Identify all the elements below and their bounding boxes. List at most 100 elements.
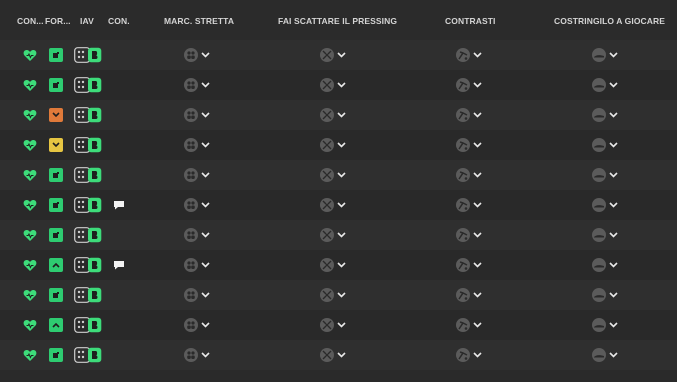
trigger-press-dropdown[interactable] — [320, 190, 346, 220]
tackling-dropdown[interactable] — [456, 250, 482, 280]
iav-icon[interactable] — [74, 160, 102, 190]
close-marking-dropdown[interactable] — [184, 250, 210, 280]
iav-icon[interactable] — [74, 340, 102, 370]
chevron-down-icon — [337, 202, 346, 208]
form-square-dot-icon — [49, 198, 63, 212]
col-header-conversation[interactable]: CON. — [108, 16, 130, 26]
chevron-down-icon — [337, 52, 346, 58]
tackling-dropdown[interactable] — [456, 220, 482, 250]
tackling-dropdown[interactable] — [456, 310, 482, 340]
tackling-dropdown[interactable] — [456, 190, 482, 220]
chevron-down-icon — [609, 112, 618, 118]
table-row[interactable] — [0, 310, 677, 340]
table-row[interactable] — [0, 340, 677, 370]
tackling-dropdown[interactable] — [456, 130, 482, 160]
condition-heart-icon — [23, 250, 37, 280]
form-indicator — [49, 340, 63, 370]
tackling-dropdown[interactable] — [456, 40, 482, 70]
close-marking-dropdown[interactable] — [184, 340, 210, 370]
force-weak-foot-dropdown[interactable] — [592, 250, 618, 280]
iav-icon[interactable] — [74, 190, 102, 220]
close-marking-dropdown[interactable] — [184, 220, 210, 250]
table-row[interactable] — [0, 220, 677, 250]
trigger-press-dropdown[interactable] — [320, 130, 346, 160]
force-weak-foot-dropdown[interactable] — [592, 280, 618, 310]
chevron-down-icon — [337, 82, 346, 88]
col-header-force-weak-foot[interactable]: COSTRINGILO A GIOCARE — [554, 16, 665, 26]
col-header-tackling[interactable]: CONTRASTI — [445, 16, 495, 26]
table-row[interactable] — [0, 40, 677, 70]
force-weak-foot-dropdown[interactable] — [592, 130, 618, 160]
force-weak-foot-dropdown[interactable] — [592, 70, 618, 100]
table-row[interactable] — [0, 160, 677, 190]
chevron-down-icon — [201, 52, 210, 58]
close-marking-dropdown[interactable] — [184, 190, 210, 220]
force-weak-foot-dropdown[interactable] — [592, 220, 618, 250]
close-marking-dropdown[interactable] — [184, 130, 210, 160]
close-marking-dropdown[interactable] — [184, 280, 210, 310]
tackling-dropdown[interactable] — [456, 100, 482, 130]
chevron-down-icon — [609, 142, 618, 148]
trigger-press-dropdown[interactable] — [320, 70, 346, 100]
col-header-iav[interactable]: IAV — [80, 16, 94, 26]
trigger-press-dropdown[interactable] — [320, 220, 346, 250]
chevron-down-icon — [609, 82, 618, 88]
table-row[interactable] — [0, 100, 677, 130]
chevron-down-icon — [609, 352, 618, 358]
trigger-press-dropdown[interactable] — [320, 40, 346, 70]
force-weak-foot-dropdown[interactable] — [592, 40, 618, 70]
force-weak-foot-dropdown[interactable] — [592, 310, 618, 340]
form-chevron-down-icon — [49, 108, 63, 122]
form-indicator — [49, 100, 63, 130]
col-header-close-marking[interactable]: MARC. STRETTA — [164, 16, 234, 26]
col-header-form[interactable]: FOR... — [45, 16, 71, 26]
iav-icon[interactable] — [74, 250, 102, 280]
chevron-down-icon — [201, 82, 210, 88]
force-weak-foot-dropdown[interactable] — [592, 190, 618, 220]
iav-icon[interactable] — [74, 40, 102, 70]
close-marking-dropdown[interactable] — [184, 310, 210, 340]
tackling-dropdown[interactable] — [456, 160, 482, 190]
col-header-trigger-press[interactable]: FAI SCATTARE IL PRESSING — [278, 16, 397, 26]
force-weak-foot-dropdown[interactable] — [592, 340, 618, 370]
iav-icon[interactable] — [74, 130, 102, 160]
trigger-press-dropdown[interactable] — [320, 100, 346, 130]
table-row[interactable] — [0, 250, 677, 280]
close-marking-dropdown[interactable] — [184, 100, 210, 130]
table-row[interactable] — [0, 190, 677, 220]
form-chevron-up-icon — [49, 258, 63, 272]
trigger-press-dropdown[interactable] — [320, 160, 346, 190]
table-row[interactable] — [0, 130, 677, 160]
col-header-condition[interactable]: CON... — [17, 16, 44, 26]
close-marking-dropdown[interactable] — [184, 70, 210, 100]
table-row[interactable] — [0, 280, 677, 310]
iav-icon[interactable] — [74, 220, 102, 250]
speech-bubble-icon[interactable] — [113, 190, 125, 220]
close-marking-dropdown[interactable] — [184, 160, 210, 190]
form-indicator — [49, 250, 63, 280]
close-marking-dropdown[interactable] — [184, 40, 210, 70]
trigger-press-dropdown[interactable] — [320, 250, 346, 280]
chevron-down-icon — [201, 202, 210, 208]
force-weak-foot-dropdown[interactable] — [592, 160, 618, 190]
chevron-down-icon — [337, 232, 346, 238]
table-header: CON... FOR... IAV CON. MARC. STRETTA FAI… — [0, 0, 677, 40]
table-row[interactable] — [0, 70, 677, 100]
trigger-press-dropdown[interactable] — [320, 310, 346, 340]
speech-bubble-icon[interactable] — [113, 250, 125, 280]
condition-heart-icon — [23, 70, 37, 100]
iav-icon[interactable] — [74, 280, 102, 310]
force-weak-foot-dropdown[interactable] — [592, 100, 618, 130]
form-indicator — [49, 280, 63, 310]
form-indicator — [49, 190, 63, 220]
chevron-down-icon — [201, 142, 210, 148]
tackling-dropdown[interactable] — [456, 340, 482, 370]
iav-icon[interactable] — [74, 310, 102, 340]
iav-icon[interactable] — [74, 100, 102, 130]
trigger-press-dropdown[interactable] — [320, 340, 346, 370]
tackling-dropdown[interactable] — [456, 280, 482, 310]
chevron-down-icon — [609, 52, 618, 58]
trigger-press-dropdown[interactable] — [320, 280, 346, 310]
iav-icon[interactable] — [74, 70, 102, 100]
tackling-dropdown[interactable] — [456, 70, 482, 100]
